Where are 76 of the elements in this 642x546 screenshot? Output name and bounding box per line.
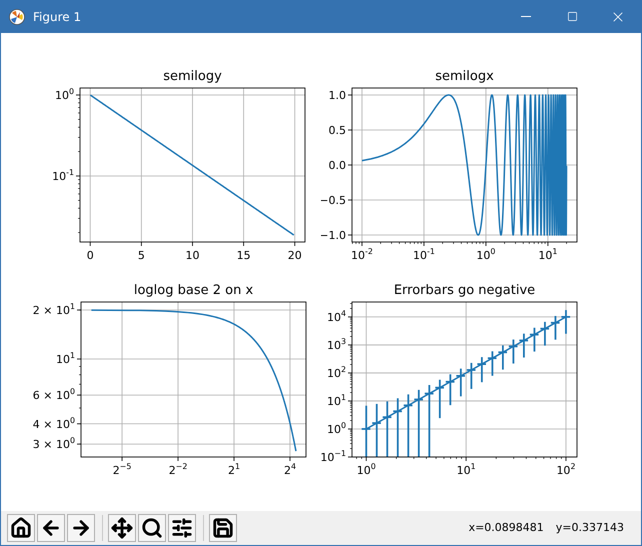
zoom-button[interactable] bbox=[138, 514, 166, 542]
tick-label: 6 × 10$^{0}$ bbox=[32, 387, 75, 402]
sliders-icon bbox=[171, 517, 193, 539]
tick-label: 10$^{2}$ bbox=[556, 462, 576, 477]
home-button[interactable] bbox=[7, 514, 35, 542]
error-bar bbox=[540, 322, 550, 346]
error-bar bbox=[488, 351, 497, 376]
tick-label: 1.0 bbox=[328, 89, 346, 102]
tick-label: 10$^{-1}$ bbox=[52, 168, 74, 183]
search-icon bbox=[141, 517, 163, 539]
error-bar bbox=[466, 362, 476, 389]
error-bar bbox=[456, 368, 465, 396]
tick-label: 10$^{-1}$ bbox=[413, 247, 435, 262]
tick-label: 10$^{1}$ bbox=[538, 247, 558, 262]
pan-button[interactable] bbox=[108, 514, 136, 542]
chart-title: Errorbars go negative bbox=[394, 283, 536, 298]
tick-label: 10$^{3}$ bbox=[326, 336, 346, 352]
home-icon bbox=[10, 517, 32, 539]
forward-button[interactable] bbox=[67, 514, 95, 542]
error-bar bbox=[477, 357, 486, 382]
maximize-icon bbox=[566, 11, 578, 22]
error-bar bbox=[561, 310, 570, 334]
error-bar bbox=[519, 334, 528, 358]
error-bar bbox=[393, 398, 402, 457]
error-bar bbox=[435, 380, 444, 418]
chart-title: semilogy bbox=[163, 69, 222, 84]
tick-label: 10$^{1}$ bbox=[326, 392, 346, 408]
tick-label: 0 bbox=[86, 249, 94, 262]
error-bar bbox=[424, 385, 434, 457]
chart-title: semilogx bbox=[435, 69, 494, 84]
tick-label: 10 bbox=[186, 249, 200, 262]
error-bar bbox=[362, 406, 370, 457]
tick-label: 10$^{4}$ bbox=[326, 308, 346, 324]
tick-label: 2 × 10$^{1}$ bbox=[32, 302, 75, 317]
chart-title: loglog base 2 on x bbox=[134, 283, 254, 298]
cursor-y-coordinate: y=0.337143 bbox=[556, 520, 624, 536]
save-button[interactable] bbox=[209, 514, 237, 542]
tick-label: 10$^{2}$ bbox=[326, 364, 346, 380]
window-title: Figure 1 bbox=[33, 8, 82, 26]
back-button[interactable] bbox=[37, 514, 65, 542]
tick-label: 0.0 bbox=[328, 159, 346, 172]
error-bar bbox=[404, 394, 412, 457]
tick-label: 2$^{4}$ bbox=[284, 462, 296, 477]
tick-label: 10$^{0}$ bbox=[54, 87, 74, 102]
tick-label: 3 × 10$^{0}$ bbox=[32, 436, 75, 452]
error-bar bbox=[446, 374, 454, 406]
tick-label: 10$^{1}$ bbox=[56, 351, 75, 366]
tick-label: 10$^{-2}$ bbox=[351, 247, 373, 262]
forward-arrow-icon bbox=[70, 517, 92, 539]
back-arrow-icon bbox=[40, 517, 62, 539]
tick-label: 4 × 10$^{0}$ bbox=[32, 416, 75, 431]
error-bar bbox=[382, 401, 392, 457]
minimize-icon bbox=[521, 16, 531, 17]
tick-label: 2$^{−5}$ bbox=[112, 462, 132, 477]
error-bar bbox=[414, 390, 423, 457]
tick-label: 2$^{1}$ bbox=[228, 462, 240, 477]
tick-label: 15 bbox=[236, 249, 251, 262]
tick-label: 0.5 bbox=[328, 124, 346, 137]
tick-label: 10$^{0}$ bbox=[476, 247, 496, 262]
tick-label: 10$^{−1}$ bbox=[321, 449, 346, 464]
tick-label: 10$^{0}$ bbox=[356, 462, 376, 477]
tick-label: 2$^{−2}$ bbox=[168, 462, 188, 477]
cursor-x-coordinate: x=0.0898481 bbox=[468, 520, 544, 536]
error-bar bbox=[498, 345, 508, 370]
tick-label: 5 bbox=[138, 249, 145, 262]
error-bar bbox=[530, 328, 539, 352]
error-bar bbox=[372, 404, 381, 457]
move-icon bbox=[111, 517, 133, 539]
app-logo-icon bbox=[9, 8, 25, 24]
tick-label: 20 bbox=[288, 249, 302, 262]
error-bar bbox=[550, 316, 560, 340]
tick-label: 10$^{0}$ bbox=[326, 420, 346, 436]
configure-button[interactable] bbox=[168, 514, 196, 542]
error-bar bbox=[508, 340, 518, 364]
save-icon bbox=[212, 517, 234, 539]
tick-label: 10$^{1}$ bbox=[456, 462, 476, 477]
